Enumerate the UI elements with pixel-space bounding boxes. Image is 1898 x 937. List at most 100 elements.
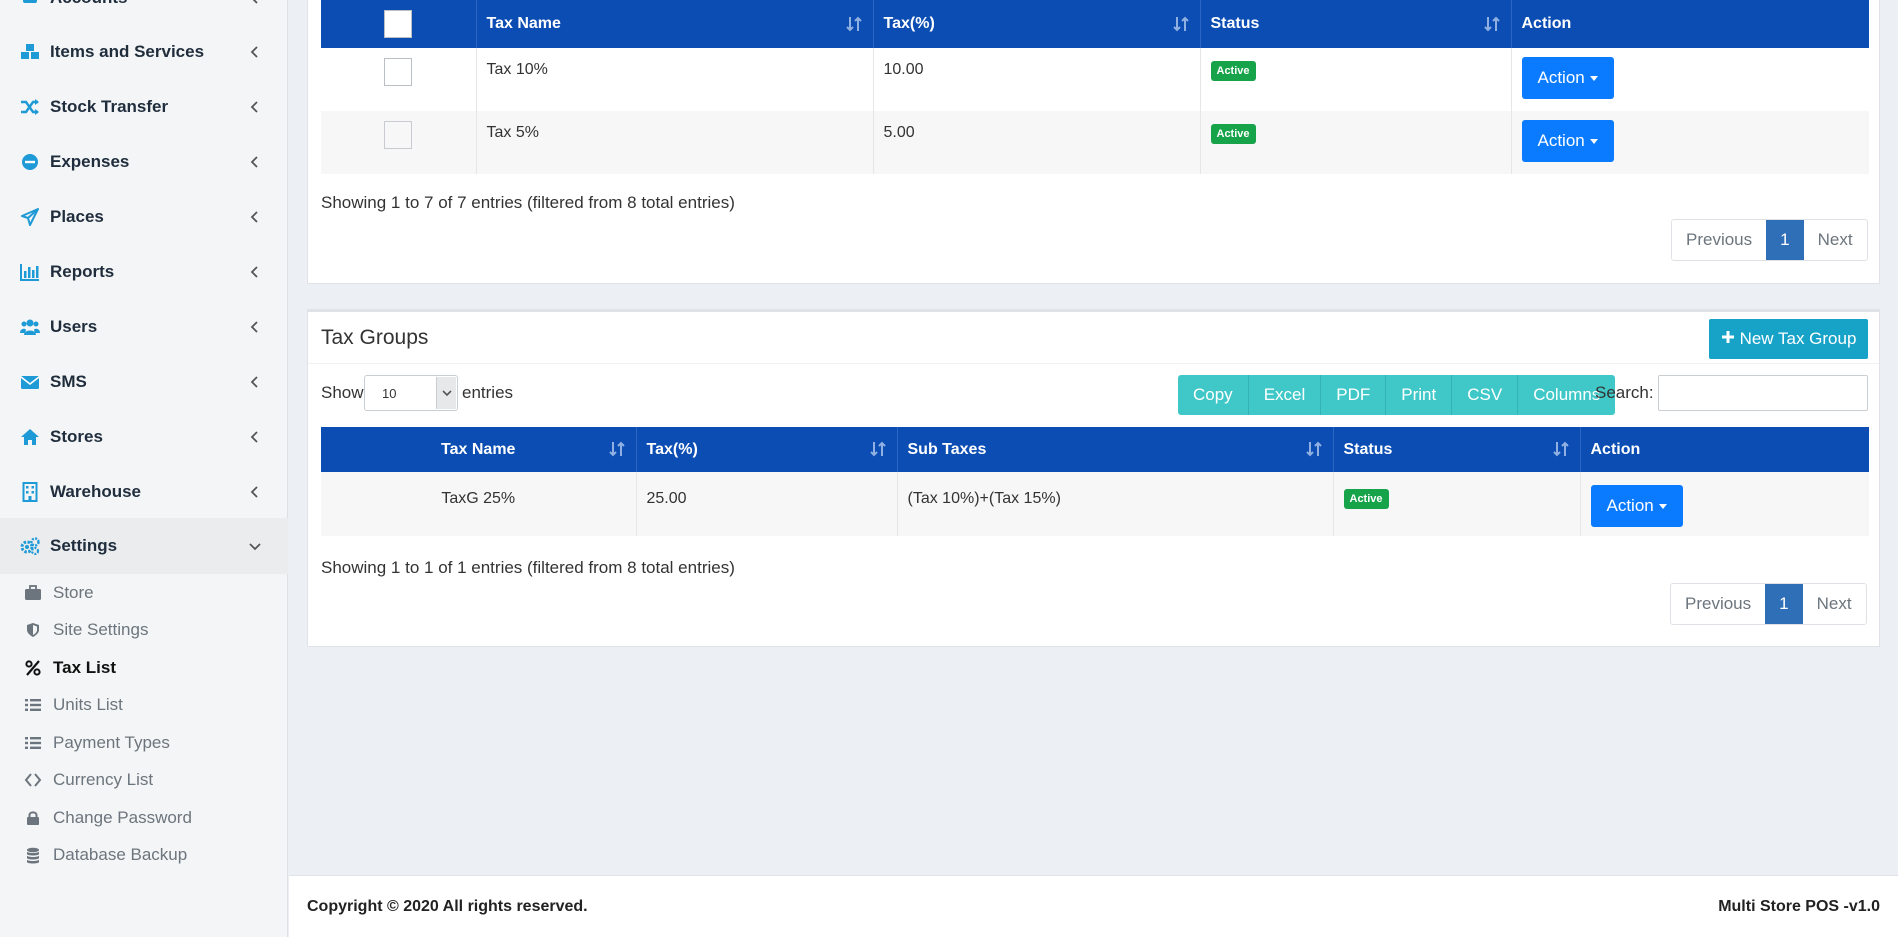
tax-name-cell: TaxG 25% [321, 472, 637, 536]
next-page-button[interactable]: Next [1803, 584, 1866, 624]
sort-icon [869, 440, 887, 463]
sidebar-sub-database-backup[interactable]: Database Backup [0, 838, 288, 872]
sidebar-sub-label: Currency List [53, 770, 154, 789]
select-all-header [321, 0, 477, 48]
column-header-status[interactable]: Status [1333, 427, 1581, 472]
action-dropdown-button[interactable]: Action [1590, 485, 1683, 527]
previous-page-button[interactable]: Previous [1672, 220, 1766, 260]
sidebar-item-label: Places [50, 207, 104, 226]
select-all-checkbox[interactable] [384, 10, 413, 38]
previous-page-button[interactable]: Previous [1671, 584, 1765, 624]
sidebar-item-stock-transfer[interactable]: Stock Transfer [0, 87, 288, 127]
sidebar: Accounts Items and Services Stock Transf… [0, 0, 288, 937]
next-page-button[interactable]: Next [1804, 220, 1867, 260]
header-label: Sub Taxes [907, 440, 987, 458]
sidebar-sub-label: Payment Types [53, 733, 170, 752]
home-icon [20, 427, 40, 447]
table-info: Showing 1 to 7 of 7 entries (filtered fr… [321, 193, 735, 212]
column-header-tax-percent[interactable]: Tax(%) [636, 427, 898, 472]
briefcase-icon [24, 584, 42, 602]
status-badge: Active [1343, 489, 1389, 509]
sidebar-item-settings[interactable]: Settings [0, 518, 288, 574]
table-row: Tax 5% 5.00 Active Action [321, 111, 1869, 174]
chevron-left-icon [248, 375, 262, 389]
cubes-icon [20, 42, 40, 62]
sub-taxes-cell: (Tax 10%)+(Tax 15%) [897, 472, 1334, 536]
new-tax-group-button[interactable]: New Tax Group [1709, 319, 1868, 359]
shuffle-icon [20, 97, 40, 117]
sidebar-item-label: SMS [50, 372, 87, 391]
column-header-tax-name[interactable]: Tax Name [321, 427, 637, 472]
tax-groups-header-row: Tax Name Tax(%) Sub Taxes Status Action [321, 427, 1869, 472]
shield-icon [24, 621, 42, 639]
sidebar-item-warehouse[interactable]: Warehouse [0, 472, 288, 512]
column-header-tax-percent[interactable]: Tax(%) [873, 0, 1201, 48]
page-1-button[interactable]: 1 [1766, 220, 1804, 260]
column-header-tax-name[interactable]: Tax Name [476, 0, 874, 48]
action-cell: Action [1511, 48, 1869, 111]
sidebar-item-label: Accounts [50, 0, 127, 8]
print-button[interactable]: Print [1386, 375, 1453, 415]
sidebar-sub-change-password[interactable]: Change Password [0, 801, 288, 835]
sidebar-item-expenses[interactable]: Expenses [0, 142, 288, 182]
footer: Copyright © 2020 All rights reserved. Mu… [289, 875, 1898, 937]
sidebar-sub-tax-list[interactable]: Tax List [0, 651, 288, 685]
page-length-value: 10 [382, 386, 397, 401]
entries-label: entries [462, 383, 514, 402]
cogs-icon [20, 536, 40, 556]
chevron-left-icon [248, 210, 262, 224]
sidebar-item-stores[interactable]: Stores [0, 417, 288, 457]
sidebar-item-label: Warehouse [50, 482, 142, 501]
status-cell: Active [1200, 111, 1512, 174]
search-input[interactable] [1658, 375, 1868, 411]
sidebar-sub-payment-types[interactable]: Payment Types [0, 726, 288, 760]
page-1-button[interactable]: 1 [1765, 584, 1803, 624]
version-text: Multi Store POS -v1.0 [1718, 898, 1880, 915]
chevron-left-icon [248, 485, 262, 499]
pdf-button[interactable]: PDF [1321, 375, 1387, 415]
sidebar-item-accounts[interactable]: Accounts [0, 0, 288, 18]
header-label: Action [1521, 15, 1572, 32]
plus-icon [1721, 329, 1735, 349]
sidebar-sub-currency-list[interactable]: Currency List [0, 763, 288, 797]
row-select-cell [321, 111, 477, 174]
csv-button[interactable]: CSV [1452, 375, 1519, 415]
sidebar-sub-label: Store [53, 583, 94, 602]
tax-name-cell: Tax 5% [476, 111, 874, 174]
column-header-status[interactable]: Status [1200, 0, 1512, 48]
chevron-left-icon [248, 430, 262, 444]
sidebar-sub-label: Tax List [53, 658, 116, 677]
percent-icon [24, 659, 42, 677]
sidebar-item-sms[interactable]: SMS [0, 362, 288, 402]
sidebar-sub-label: Change Password [53, 808, 192, 827]
list-icon [24, 696, 42, 714]
sidebar-sub-units-list[interactable]: Units List [0, 688, 288, 722]
status-badge: Active [1210, 124, 1256, 144]
row-checkbox[interactable] [384, 58, 413, 86]
copy-button[interactable]: Copy [1178, 375, 1249, 415]
sidebar-sub-site-settings[interactable]: Site Settings [0, 613, 288, 647]
tax-name-cell: Tax 10% [476, 48, 874, 111]
header-label: Status [1343, 440, 1393, 458]
header-label: Status [1210, 15, 1260, 32]
divider [308, 363, 1879, 364]
sidebar-sub-store[interactable]: Store [0, 576, 288, 610]
excel-button[interactable]: Excel [1248, 375, 1322, 415]
page-length-select[interactable]: 10 [364, 375, 458, 411]
sidebar-item-items-and-services[interactable]: Items and Services [0, 32, 288, 72]
sidebar-item-label: Reports [50, 262, 115, 281]
sidebar-item-reports[interactable]: Reports [0, 252, 288, 292]
sidebar-item-places[interactable]: Places [0, 197, 288, 237]
caret-down-icon [1658, 503, 1667, 509]
column-header-action: Action [1511, 0, 1869, 48]
action-dropdown-button[interactable]: Action [1521, 120, 1614, 162]
tax-list-card: Tax Name Tax(%) Status Action Tax 10% 10… [307, 0, 1880, 284]
chevron-left-icon [248, 0, 262, 5]
sort-icon [608, 440, 626, 463]
column-header-sub-taxes[interactable]: Sub Taxes [897, 427, 1334, 472]
action-dropdown-button[interactable]: Action [1521, 57, 1614, 99]
row-select-cell [321, 48, 477, 111]
users-icon [20, 317, 40, 337]
sidebar-item-users[interactable]: Users [0, 307, 288, 347]
row-checkbox[interactable] [384, 121, 413, 149]
